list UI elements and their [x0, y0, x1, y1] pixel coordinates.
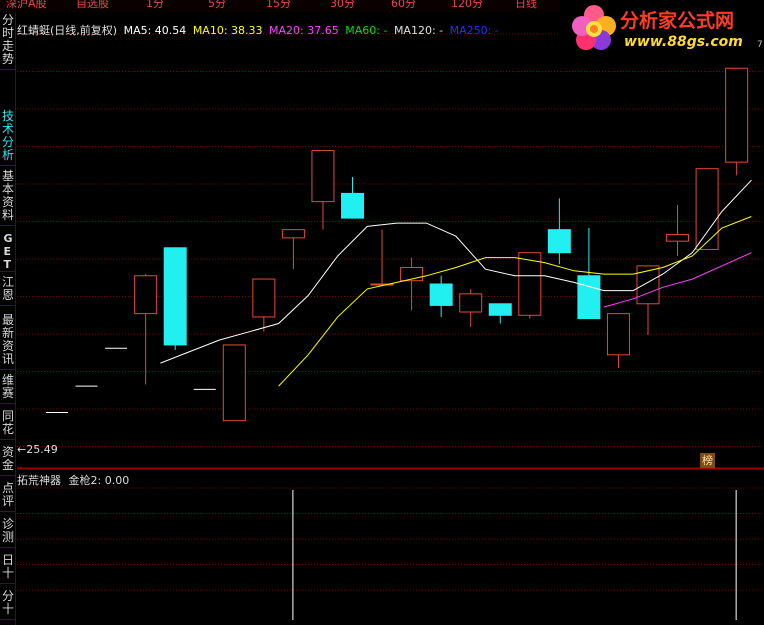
- ma10-line: [278, 216, 752, 387]
- ma20-label: MA20: 37.65: [269, 24, 339, 37]
- kline-chart-area[interactable]: 红蜻蜓(日线,前复权) MA5: 40.54 MA10: 38.33 MA20:…: [17, 12, 764, 625]
- ranking-badge[interactable]: 榜: [700, 453, 715, 468]
- candle-down: [547, 229, 571, 254]
- toolbar-tab-daily[interactable]: 日线: [515, 0, 537, 11]
- toolbar-tab-market[interactable]: 深沪A股: [6, 0, 47, 11]
- side-tab-min-ten[interactable]: 分十: [0, 590, 16, 620]
- logo-url: www.88gs.com: [624, 34, 743, 50]
- side-tab-news-label: 最新资讯: [1, 313, 14, 366]
- candle-up: [459, 293, 483, 313]
- side-tab-gann[interactable]: 江恩: [0, 276, 16, 306]
- side-tab-funds[interactable]: 资金: [0, 446, 16, 476]
- candle-down: [429, 283, 453, 306]
- indicator-value: 金枪2: 0.00: [68, 474, 130, 487]
- side-tab-profile-label: 基本资料: [1, 169, 14, 222]
- side-tab-get-label: GET: [3, 232, 13, 271]
- side-tab-gann-label: 江恩: [1, 275, 14, 302]
- indicator-name: 拓荒神器: [17, 474, 61, 487]
- toolbar-tab-15min[interactable]: 15分: [266, 0, 291, 11]
- ma20-line: [603, 252, 752, 308]
- ma5-label: MA5: 40.54: [123, 24, 187, 37]
- candle-down: [577, 275, 601, 320]
- side-tab-funds-label: 资金: [1, 445, 14, 472]
- side-tab-review-label: 点评: [1, 481, 14, 508]
- candle-up: [518, 252, 542, 316]
- side-tab-intraday-label: 分时走势: [1, 13, 14, 66]
- candle-down: [488, 303, 512, 316]
- candle-up: [281, 229, 305, 239]
- toolbar-tab-60min[interactable]: 60分: [391, 0, 416, 11]
- ma120-label: MA120: -: [393, 24, 444, 37]
- side-tab-day-ten[interactable]: 日十: [0, 554, 16, 584]
- side-tab-tonghua[interactable]: 同花: [0, 410, 16, 440]
- arrow-left-icon: ←: [17, 443, 27, 456]
- side-tab-bar: 分时走势 技术分析 基本资料 GET 江恩 最新资讯 维赛 同花 资金 点评 诊…: [0, 12, 16, 625]
- kline-chart-svg[interactable]: [17, 12, 764, 625]
- side-tab-review[interactable]: 点评: [0, 482, 16, 512]
- ma5-line: [160, 179, 752, 364]
- side-tab-tonghua-label: 同花: [1, 409, 14, 436]
- side-tab-weisai-label: 维赛: [1, 373, 14, 400]
- ma60-label: MA60: -: [345, 24, 388, 37]
- side-tab-diagnose[interactable]: 诊测: [0, 518, 16, 548]
- ma250-label: MA250: -: [449, 24, 499, 37]
- side-tab-day-ten-label: 日十: [1, 553, 14, 580]
- indicator-legend: 拓荒神器 金枪2: 0.00: [17, 472, 129, 488]
- candle-up: [666, 234, 690, 242]
- corner-number: 7: [757, 40, 763, 50]
- candle-down: [341, 192, 364, 219]
- candle-up: [252, 278, 276, 318]
- toolbar-tab-1min[interactable]: 1分: [146, 0, 164, 11]
- toolbar-tab-watchlist[interactable]: 自选股: [76, 0, 109, 11]
- stock-name-label: 红蜻蜓(日线,前复权): [17, 24, 118, 37]
- side-tab-profile[interactable]: 基本资料: [0, 170, 16, 226]
- side-tab-news[interactable]: 最新资讯: [0, 314, 16, 370]
- toolbar-tab-30min[interactable]: 30分: [330, 0, 355, 11]
- side-tab-technical[interactable]: 技术分析: [0, 110, 16, 166]
- candle-up: [606, 313, 630, 356]
- candle-up: [134, 275, 158, 315]
- side-tab-weisai[interactable]: 维赛: [0, 374, 16, 404]
- candle-up: [311, 150, 335, 203]
- logo-title: 分析家公式网: [620, 10, 735, 32]
- side-tab-min-ten-label: 分十: [1, 589, 14, 616]
- site-logo: 分析家公式网 www.88gs.com: [560, 0, 764, 58]
- candle-up: [222, 344, 246, 422]
- candle-up: [695, 168, 719, 250]
- side-tab-intraday[interactable]: 分时走势: [0, 14, 16, 70]
- candle-up: [725, 67, 749, 163]
- toolbar-tab-5min[interactable]: 5分: [208, 0, 226, 11]
- candle-up: [636, 265, 660, 305]
- toolbar-tab-120min[interactable]: 120分: [451, 0, 483, 11]
- ma-legend: 红蜻蜓(日线,前复权) MA5: 40.54 MA10: 38.33 MA20:…: [17, 22, 502, 37]
- side-tab-get[interactable]: GET: [0, 232, 16, 272]
- candle-down: [163, 247, 187, 346]
- flower-logo-icon: [572, 5, 616, 50]
- side-tab-diagnose-label: 诊测: [1, 517, 14, 544]
- side-tab-technical-label: 技术分析: [1, 109, 14, 162]
- low-price-marker: ←25.49: [17, 443, 58, 456]
- low-price-value: 25.49: [26, 443, 58, 456]
- ma10-label: MA10: 38.33: [192, 24, 263, 37]
